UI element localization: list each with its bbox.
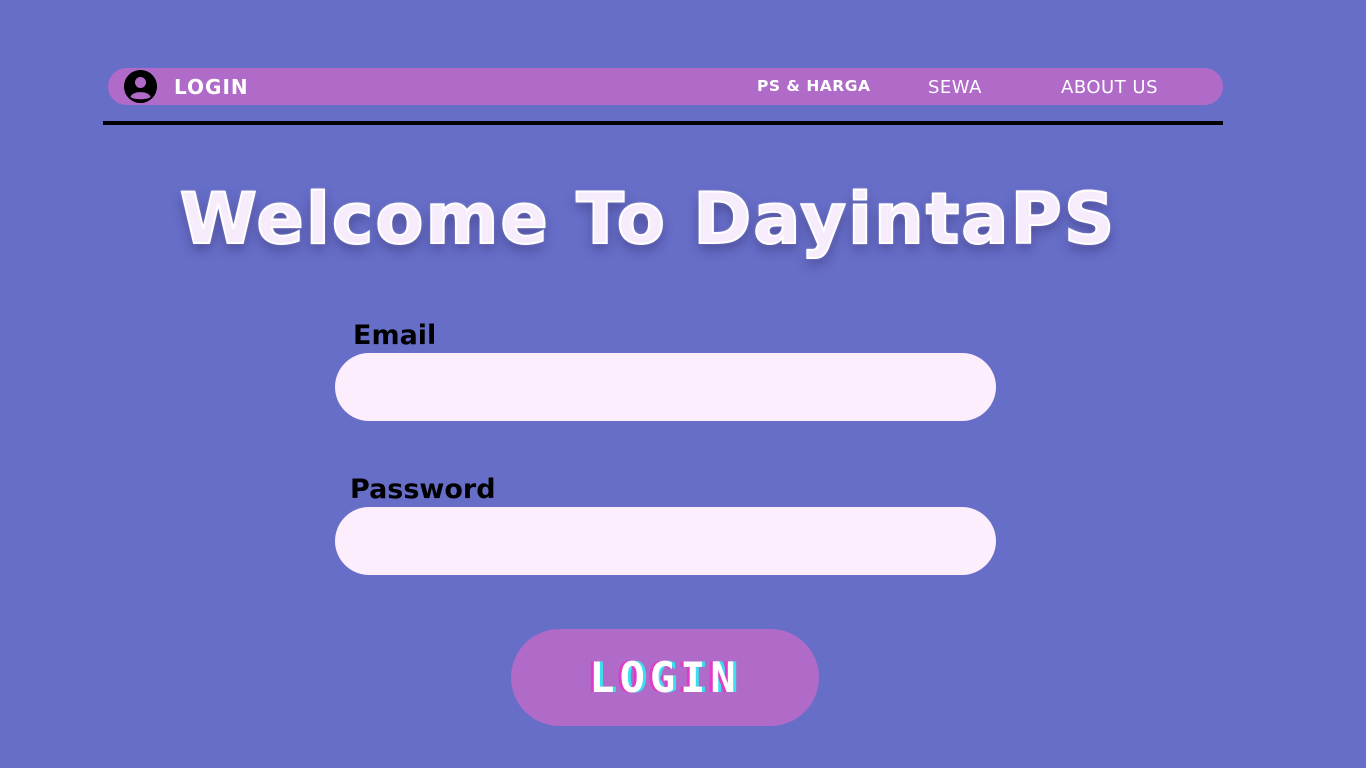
email-field[interactable] [335, 353, 996, 421]
nav-login-link[interactable]: LOGIN [174, 75, 249, 99]
email-label: Email [353, 320, 437, 351]
nav-link-sewa[interactable]: SEWA [928, 77, 982, 98]
login-button[interactable]: LOGIN [511, 629, 819, 726]
nav-link-ps-harga[interactable]: PS & HARGA [757, 77, 870, 95]
password-field[interactable] [335, 507, 996, 575]
page-title: Welcome To DayintaPS [0, 177, 1296, 261]
nav-link-about-us[interactable]: ABOUT US [1061, 77, 1158, 98]
header-divider [103, 121, 1223, 125]
password-label: Password [350, 474, 496, 505]
user-circle-icon[interactable] [124, 70, 157, 103]
top-nav-bar: LOGIN PS & HARGA SEWA ABOUT US [108, 68, 1223, 105]
login-page: LOGIN PS & HARGA SEWA ABOUT US Welcome T… [0, 0, 1366, 768]
